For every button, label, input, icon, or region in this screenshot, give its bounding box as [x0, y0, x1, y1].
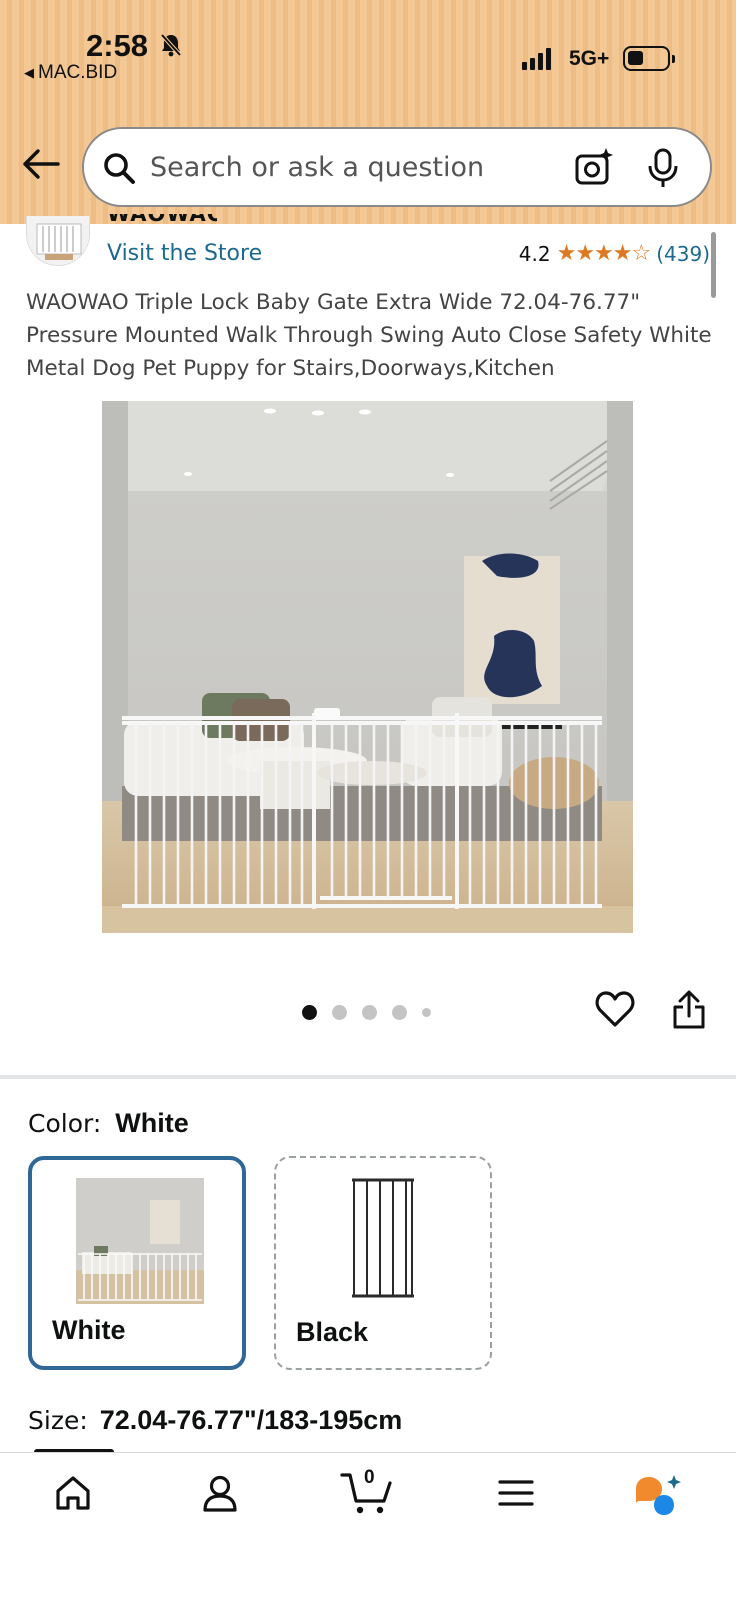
white-gate-thumbnail — [74, 1174, 206, 1306]
bottom-navigation: 0 — [0, 1452, 736, 1600]
black-gate-thumbnail — [352, 1178, 414, 1298]
selected-size-value: 72.04-76.77"/183-195cm — [99, 1405, 403, 1435]
color-swatch-black[interactable]: Black — [274, 1156, 492, 1370]
cart-button[interactable]: 0 — [340, 1467, 396, 1517]
page-dot[interactable] — [362, 1005, 377, 1020]
search-bar[interactable] — [82, 127, 712, 207]
product-title: WAOWAO Triple Lock Baby Gate Extra Wide … — [26, 290, 712, 381]
visit-store-link[interactable]: Visit the Store — [107, 241, 262, 266]
store-logo[interactable] — [26, 216, 90, 266]
page-dot[interactable] — [422, 1008, 431, 1017]
rufus-assistant-icon[interactable] — [632, 1473, 682, 1517]
brand-name: WAOWAO — [107, 214, 217, 226]
page-dot[interactable] — [392, 1005, 407, 1020]
cellular-signal-icon — [522, 48, 551, 70]
swatch-label-white: White — [52, 1315, 126, 1345]
account-icon[interactable] — [200, 1473, 240, 1513]
rating-summary[interactable]: 4.2 ★★★★☆ (439) — [519, 241, 710, 266]
cart-count: 0 — [364, 1467, 375, 1488]
color-selector-label: Color: White — [28, 1108, 189, 1139]
heart-icon[interactable] — [595, 990, 635, 1028]
color-swatch-white[interactable]: White — [28, 1156, 246, 1370]
home-icon[interactable] — [53, 1473, 93, 1513]
network-type: 5G+ — [569, 47, 610, 70]
rating-value: 4.2 — [518, 241, 551, 266]
review-count[interactable]: (439) — [656, 242, 710, 266]
app-header: 2:58 ◀ MAC.BID 5G+ — [0, 0, 736, 224]
store-logo-image — [27, 216, 89, 265]
battery-icon — [623, 46, 675, 71]
back-app-label: MAC.BID — [38, 62, 118, 83]
swatch-label-black: Black — [296, 1317, 369, 1347]
status-bar: 2:58 ◀ MAC.BID 5G+ — [0, 0, 736, 100]
search-input[interactable] — [150, 145, 550, 189]
page-dot-active[interactable] — [302, 1005, 317, 1020]
image-pagination[interactable] — [302, 1005, 431, 1020]
menu-icon[interactable] — [496, 1473, 536, 1513]
status-time: 2:58 — [86, 28, 149, 63]
silent-bell-icon — [160, 33, 182, 57]
section-divider — [0, 1075, 736, 1079]
color-label-text: Color: — [28, 1109, 102, 1138]
back-to-app-link[interactable]: ◀ MAC.BID — [24, 62, 117, 84]
size-selector-label[interactable]: Size: 72.04-76.77"/183-195cm — [28, 1405, 402, 1436]
back-triangle-icon: ◀ — [24, 65, 34, 80]
product-image[interactable] — [102, 401, 633, 933]
star-rating-icon: ★★★★☆ — [556, 241, 652, 266]
microphone-icon[interactable] — [646, 147, 680, 189]
page-dot[interactable] — [332, 1005, 347, 1020]
share-icon[interactable] — [672, 990, 706, 1030]
search-icon — [104, 153, 135, 184]
size-label-text: Size: — [28, 1406, 88, 1435]
selected-color-value: White — [115, 1108, 189, 1138]
baby-gate-photo — [102, 401, 633, 933]
camera-lens-icon[interactable] — [573, 146, 615, 188]
back-arrow-icon[interactable] — [22, 148, 60, 180]
